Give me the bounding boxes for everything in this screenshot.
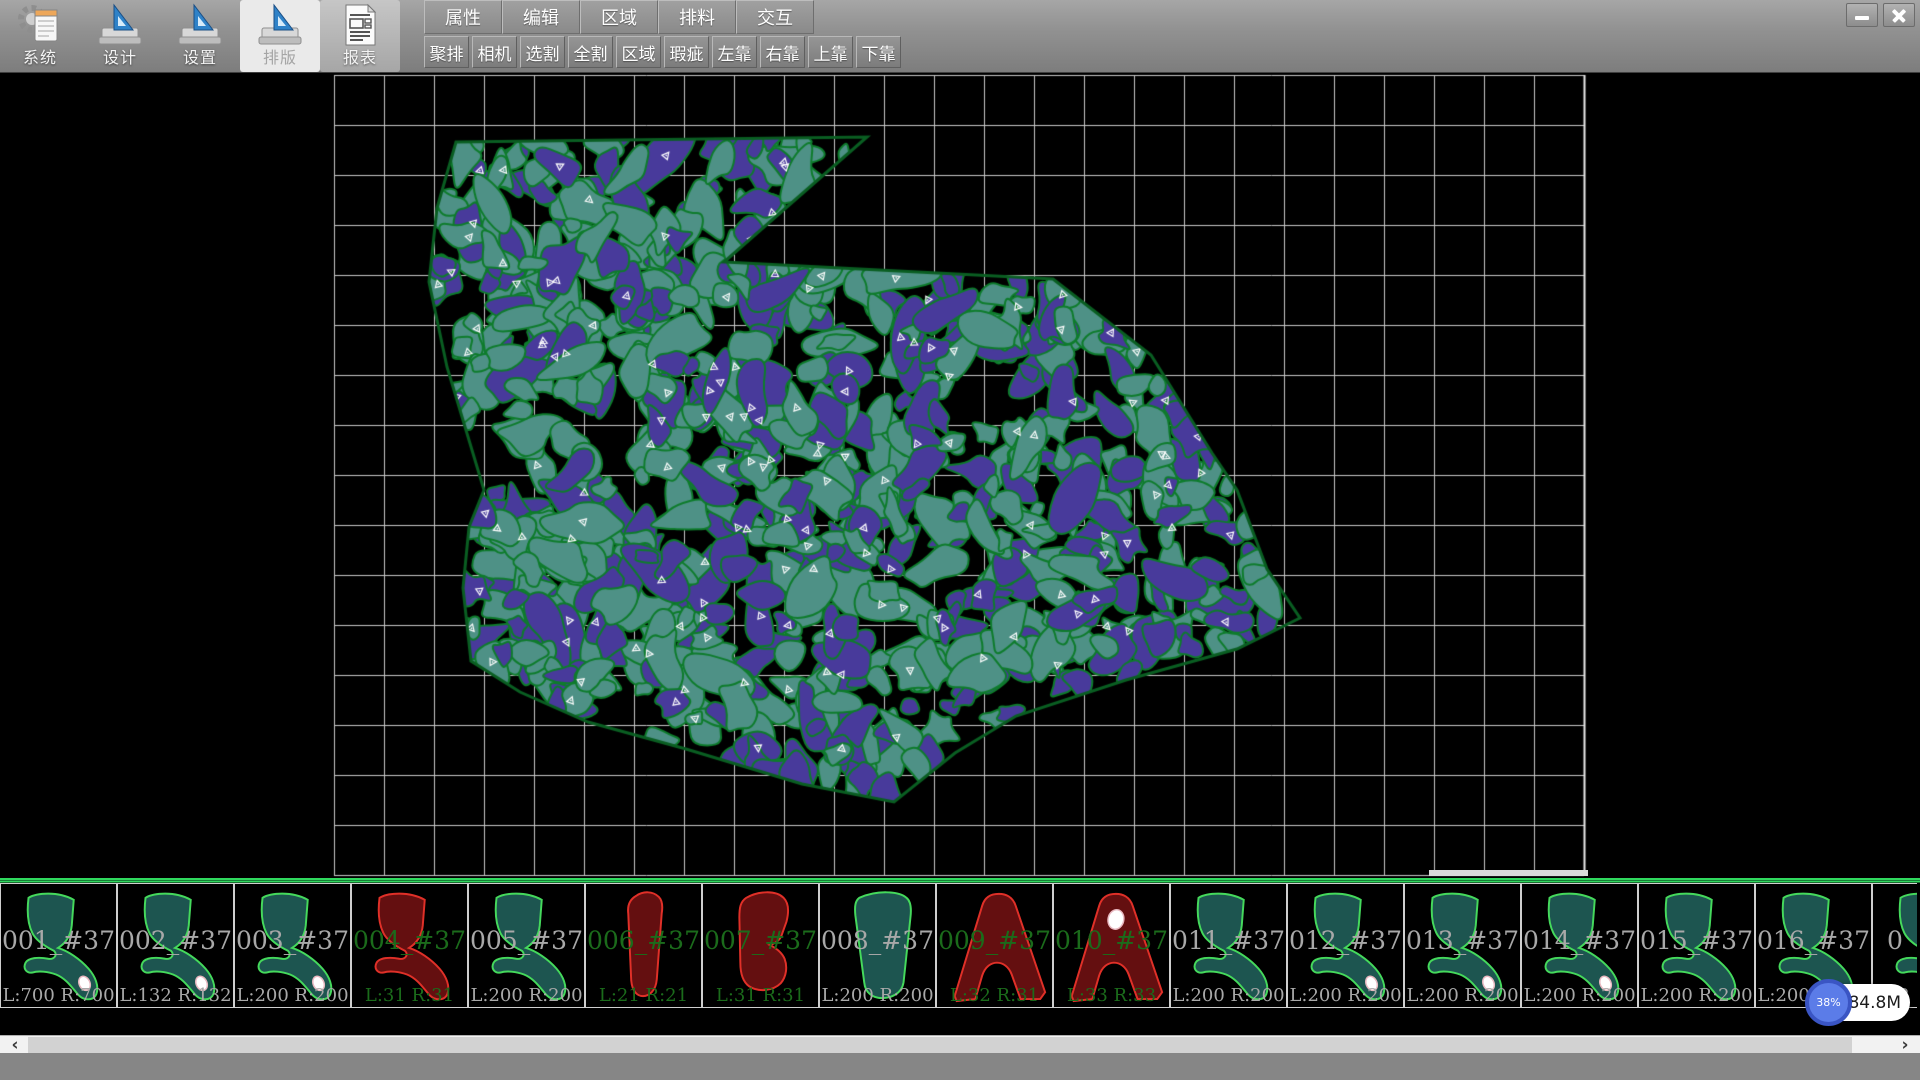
piece-shape-boot — [1288, 884, 1403, 1007]
piece-shape-boot — [235, 884, 350, 1007]
main-button-system[interactable]: 系统 — [0, 0, 80, 72]
design-ruler-icon — [97, 2, 143, 48]
piece-thumbnail-13[interactable]: 013_#37L:200 R:200 — [1404, 883, 1521, 1008]
piece-shape-boot — [1, 884, 116, 1007]
piece-shape-ashape — [937, 884, 1052, 1007]
piece-shape-cshape — [703, 884, 818, 1007]
piece-thumbnail-15[interactable]: 015_#37L:200 R:200 — [1638, 883, 1755, 1008]
piece-thumbnail-8[interactable]: 008_#37L:200 R:200 — [819, 883, 936, 1008]
window-bottom-edge — [0, 1053, 1920, 1080]
menu-item-row1-5[interactable]: 交互 — [736, 0, 814, 34]
minimize-button[interactable] — [1846, 3, 1878, 27]
menu-item-row2-3[interactable]: 选割 — [520, 36, 565, 68]
piece-thumbnail-7[interactable]: 007_#37L:31 R:31 — [702, 883, 819, 1008]
piece-shape-boot — [118, 884, 233, 1007]
close-icon — [1891, 7, 1907, 23]
menu-row-1: 属性编辑区域排料交互 — [424, 0, 814, 34]
piece-thumbnail-12[interactable]: 012_#37L:200 R:200 — [1287, 883, 1404, 1008]
piece-thumbnail-2[interactable]: 002_#37L:132 R:132 — [117, 883, 234, 1008]
titlebar: 系统设计设置排版报表 属性编辑区域排料交互 聚排相机选割全割区域瑕疵左靠右靠上靠… — [0, 0, 1920, 73]
piece-thumbnail-14[interactable]: 014_#37L:200 R:200 — [1521, 883, 1638, 1008]
system-gear-icon — [17, 2, 63, 48]
menu-item-row2-10[interactable]: 下靠 — [856, 36, 901, 68]
progress-indicator: 38% — [1805, 979, 1852, 1026]
menu-item-row1-1[interactable]: 属性 — [424, 0, 502, 34]
main-button-settings[interactable]: 设置 — [160, 0, 240, 72]
piece-thumbnail-1[interactable]: 001_#37L:700 R:700 — [0, 883, 117, 1008]
piece-shape-boot — [1522, 884, 1637, 1007]
menu-item-row2-2[interactable]: 相机 — [472, 36, 517, 68]
minimize-icon — [1855, 16, 1869, 20]
piece-thumbnail-3[interactable]: 003_#37L:200 R:200 — [234, 883, 351, 1008]
window-controls — [1846, 3, 1915, 27]
piece-thumbnail-4[interactable]: 004_#37L:31 R:31 — [351, 883, 468, 1008]
menu-item-row2-7[interactable]: 左靠 — [712, 36, 757, 68]
scrollbar-thumb[interactable] — [28, 1037, 1852, 1053]
main-button-design[interactable]: 设计 — [80, 0, 160, 72]
progress-value: 38% — [1816, 996, 1840, 1009]
piece-shape-boot — [469, 884, 584, 1007]
piece-thumbnail-5[interactable]: 005_#37L:200 R:200 — [468, 883, 585, 1008]
main-button-label: 设计 — [103, 48, 137, 68]
menu-item-row1-2[interactable]: 编辑 — [502, 0, 580, 34]
piece-shape-column — [586, 884, 701, 1007]
piece-shape-ashape — [1054, 884, 1169, 1007]
main-button-label: 系统 — [23, 48, 57, 68]
main-button-label: 排版 — [263, 48, 297, 68]
horizontal-scrollbar[interactable]: ‹ › — [0, 1035, 1920, 1053]
canvas-bottom-scroll-thumb[interactable] — [1429, 870, 1588, 876]
menu-item-row2-8[interactable]: 右靠 — [760, 36, 805, 68]
main-toolbar: 系统 设计 设置 排版 报表 — [0, 0, 400, 73]
menu-item-row2-1[interactable]: 聚排 — [424, 36, 469, 68]
main-button-label: 设置 — [183, 48, 217, 68]
menu-item-row2-9[interactable]: 上靠 — [808, 36, 853, 68]
piece-thumbnail-10[interactable]: 010_#37L:33 R:33 — [1053, 883, 1170, 1008]
piece-thumbnail-strip: 001_#37L:700 R:700002_#37L:132 R:132003_… — [0, 883, 1920, 1008]
menu-item-row2-4[interactable]: 全割 — [568, 36, 613, 68]
piece-shape-boot — [1639, 884, 1754, 1007]
piece-thumbnail-6[interactable]: 006_#37L:21 R:21 — [585, 883, 702, 1008]
nesting-ruler-icon — [257, 2, 303, 48]
menu-item-row2-5[interactable]: 区域 — [616, 36, 661, 68]
main-button-label: 报表 — [343, 48, 377, 68]
settings-ruler-icon — [177, 2, 223, 48]
menu-item-row1-4[interactable]: 排料 — [658, 0, 736, 34]
close-button[interactable] — [1883, 3, 1915, 27]
nesting-canvas[interactable] — [0, 74, 1920, 877]
piece-thumbnail-11[interactable]: 011_#37L:200 R:200 — [1170, 883, 1287, 1008]
piece-thumbnail-9[interactable]: 009_#37L:32 R:31 — [936, 883, 1053, 1008]
piece-shape-boot — [352, 884, 467, 1007]
piece-shape-boot — [1171, 884, 1286, 1007]
scroll-left-arrow-icon[interactable]: ‹ — [2, 1036, 28, 1053]
menu-item-row1-3[interactable]: 区域 — [580, 0, 658, 34]
menu-row-2: 聚排相机选割全割区域瑕疵左靠右靠上靠下靠 — [424, 36, 901, 68]
report-doc-icon — [337, 2, 383, 48]
main-button-nesting[interactable]: 排版 — [240, 0, 320, 72]
piece-shape-slab — [820, 884, 935, 1007]
scroll-right-arrow-icon[interactable]: › — [1892, 1036, 1918, 1053]
piece-shape-boot — [1405, 884, 1520, 1007]
main-button-report[interactable]: 报表 — [320, 0, 400, 72]
menu-item-row2-6[interactable]: 瑕疵 — [664, 36, 709, 68]
